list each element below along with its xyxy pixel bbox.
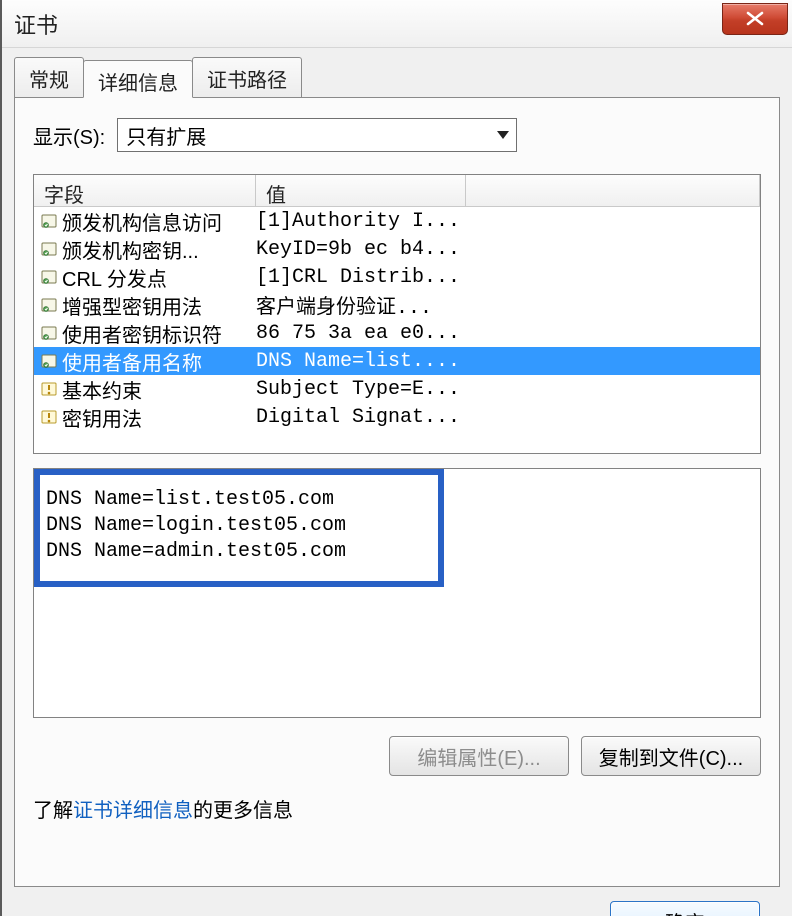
- row-value: [1]Authority I...: [256, 210, 760, 233]
- row-field: 密钥用法: [62, 403, 256, 432]
- cert-warn-icon: [40, 408, 58, 426]
- list-row[interactable]: 颁发机构信息访问[1]Authority I...: [34, 207, 760, 235]
- row-value: KeyID=9b ec b4...: [256, 238, 760, 261]
- chevron-down-icon: [496, 129, 510, 141]
- button-row: 编辑属性(E)... 复制到文件(C)...: [33, 736, 761, 776]
- edit-properties-button: 编辑属性(E)...: [389, 736, 569, 776]
- row-field: CRL 分发点: [62, 263, 256, 292]
- tab-details[interactable]: 详细信息: [83, 60, 193, 98]
- window-title: 证书: [14, 8, 58, 40]
- show-dropdown-value: 只有扩展: [126, 121, 206, 150]
- close-icon: [745, 11, 765, 26]
- cert-warn-icon: [40, 380, 58, 398]
- row-field: 基本约束: [62, 375, 256, 404]
- close-button[interactable]: [722, 3, 788, 35]
- tab-strip: 常规 详细信息 证书路径: [14, 60, 780, 98]
- list-row[interactable]: 基本约束Subject Type=E...: [34, 375, 760, 403]
- listview-body: 颁发机构信息访问[1]Authority I...颁发机构密钥...KeyID=…: [34, 207, 760, 431]
- detail-text: DNS Name=list.test05.com DNS Name=login.…: [46, 487, 346, 565]
- body-area: 常规 详细信息 证书路径 显示(S): 只有扩展 字段 值: [2, 48, 792, 916]
- show-label: 显示(S):: [33, 121, 105, 150]
- column-field[interactable]: 字段: [34, 175, 256, 206]
- list-row[interactable]: 使用者备用名称DNS Name=list....: [34, 347, 760, 375]
- row-field: 颁发机构密钥...: [62, 235, 256, 264]
- help-prefix: 了解: [33, 800, 73, 822]
- column-value[interactable]: 值: [256, 175, 466, 206]
- list-row[interactable]: 增强型密钥用法客户端身份验证...: [34, 291, 760, 319]
- tab-general[interactable]: 常规: [14, 57, 84, 99]
- listview-header: 字段 值: [34, 175, 760, 207]
- ok-button[interactable]: 确定: [610, 901, 760, 916]
- details-panel: 显示(S): 只有扩展 字段 值 颁发机构信息访问[1]Authority I.…: [14, 97, 780, 887]
- cert-ext-icon: [40, 352, 58, 370]
- row-field: 使用者密钥标识符: [62, 319, 256, 348]
- titlebar: 证书: [2, 0, 792, 48]
- list-row[interactable]: 密钥用法Digital Signat...: [34, 403, 760, 431]
- list-row[interactable]: 使用者密钥标识符86 75 3a ea e0...: [34, 319, 760, 347]
- help-suffix: 的更多信息: [193, 800, 293, 822]
- show-filter-row: 显示(S): 只有扩展: [33, 118, 761, 152]
- cert-ext-icon: [40, 296, 58, 314]
- list-row[interactable]: CRL 分发点[1]CRL Distrib...: [34, 263, 760, 291]
- row-value: 客户端身份验证...: [256, 290, 760, 320]
- copy-to-file-button[interactable]: 复制到文件(C)...: [581, 736, 761, 776]
- row-value: DNS Name=list....: [256, 350, 760, 373]
- cert-ext-icon: [40, 212, 58, 230]
- row-field: 使用者备用名称: [62, 347, 256, 376]
- tab-cert-path[interactable]: 证书路径: [192, 57, 302, 99]
- row-field: 增强型密钥用法: [62, 291, 256, 320]
- cert-ext-icon: [40, 268, 58, 286]
- row-field: 颁发机构信息访问: [62, 207, 256, 236]
- field-listview[interactable]: 字段 值 颁发机构信息访问[1]Authority I...颁发机构密钥...K…: [33, 174, 761, 454]
- column-pad: [466, 175, 760, 206]
- footer: 确定: [14, 887, 780, 916]
- detail-textbox[interactable]: DNS Name=list.test05.com DNS Name=login.…: [33, 468, 761, 718]
- row-value: [1]CRL Distrib...: [256, 266, 760, 289]
- cert-ext-icon: [40, 240, 58, 258]
- certificate-dialog: 证书 常规 详细信息 证书路径 显示(S): 只有扩展: [0, 0, 792, 916]
- list-row[interactable]: 颁发机构密钥...KeyID=9b ec b4...: [34, 235, 760, 263]
- row-value: Subject Type=E...: [256, 378, 760, 401]
- cert-ext-icon: [40, 324, 58, 342]
- row-value: Digital Signat...: [256, 406, 760, 429]
- row-value: 86 75 3a ea e0...: [256, 322, 760, 345]
- help-link[interactable]: 证书详细信息: [73, 800, 193, 822]
- help-row: 了解证书详细信息的更多信息: [33, 794, 761, 823]
- show-dropdown[interactable]: 只有扩展: [117, 118, 517, 152]
